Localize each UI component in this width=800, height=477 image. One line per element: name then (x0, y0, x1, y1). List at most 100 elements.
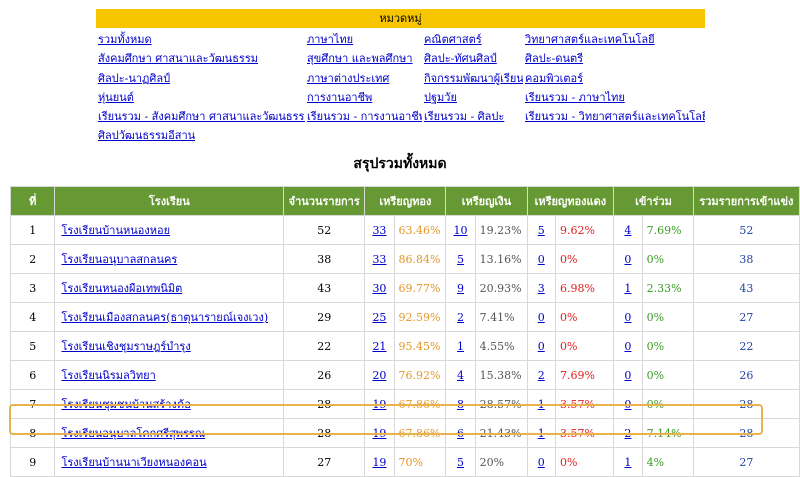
join-count-link[interactable]: 0 (624, 311, 631, 324)
join-percent: 0% (641, 244, 694, 274)
join-percent: 4% (641, 447, 694, 477)
bronze-percent: 7.69% (554, 360, 615, 390)
category-link[interactable]: ภาษาต่างประเทศ (305, 69, 422, 88)
category-link[interactable]: สุขศึกษา และพลศึกษา (305, 49, 422, 68)
school-link[interactable]: โรงเรียนเชิงชุมราษฎร์บำรุง (61, 340, 190, 353)
category-link[interactable]: ภาษาไทย (305, 30, 422, 49)
category-link[interactable]: คอมพิวเตอร์ (523, 69, 705, 88)
bronze-count-link[interactable]: 0 (538, 456, 545, 469)
join-count-link[interactable]: 4 (624, 224, 631, 237)
school-link[interactable]: โรงเรียนเมืองสกลนคร(ธาตุนารายณ์เจงเวง) (61, 311, 268, 324)
category-link[interactable]: ศิลปวัฒนธรรมอีสาน (96, 126, 305, 145)
join-count-link[interactable]: 0 (624, 398, 631, 411)
join-count-link[interactable]: 1 (624, 456, 631, 469)
join-cell: 0 (613, 302, 643, 332)
total-entries: 22 (692, 331, 800, 361)
school-link[interactable]: โรงเรียนชุมชนบ้านสร้างค้อ (61, 398, 190, 411)
category-link[interactable]: เรียนรวม - การงานอาชีพ (305, 107, 422, 126)
silver-count-link[interactable]: 1 (457, 340, 464, 353)
table-row: 6 โรงเรียนนิรมลวิทยา 26 20 76.92% 4 15.38% 2 7.6… (9, 360, 800, 390)
bronze-count-link[interactable]: 3 (538, 282, 545, 295)
silver-cell: 6 (445, 418, 476, 448)
table-row: 7 โรงเรียนชุมชนบ้านสร้างค้อ 28 19 67.86% 8 28.… (9, 389, 800, 419)
category-link[interactable]: ศิลปะ-ดนตรี (523, 49, 705, 68)
silver-count-link[interactable]: 9 (457, 282, 464, 295)
join-count-link[interactable]: 0 (624, 369, 631, 382)
join-count-link[interactable]: 1 (624, 282, 631, 295)
row-number: 1 (9, 215, 56, 245)
school-link[interactable]: โรงเรียนนิรมลวิทยา (61, 369, 155, 382)
gold-count-link[interactable]: 19 (372, 427, 386, 440)
total-entries: 26 (692, 360, 800, 390)
gold-count-link[interactable]: 21 (372, 340, 386, 353)
category-link[interactable]: ศิลปะ-นาฏศิลป์ (96, 69, 305, 88)
gold-cell: 33 (364, 215, 395, 245)
category-link[interactable]: ศิลปะ-ทัศนศิลป์ (422, 49, 523, 68)
category-link[interactable]: สังคมศึกษา ศาสนาและวัฒนธรรม (96, 49, 305, 68)
category-link[interactable]: เรียนรวม - สังคมศึกษา ศาสนาและวัฒนธรรม (96, 107, 305, 126)
bronze-percent: 3.57% (554, 389, 615, 419)
category-link[interactable]: เรียนรวม - วิทยาศาสตร์และเทคโนโลยี (523, 107, 705, 126)
bronze-cell: 0 (526, 447, 556, 477)
silver-cell: 1 (445, 331, 476, 361)
bronze-count-link[interactable]: 1 (538, 398, 545, 411)
gold-count-link[interactable]: 19 (372, 456, 386, 469)
category-link[interactable]: ปฐมวัย (422, 88, 523, 107)
bronze-percent: 3.57% (554, 418, 615, 448)
gold-count-link[interactable]: 33 (372, 224, 386, 237)
category-link[interactable]: กิจกรรมพัฒนาผู้เรียน (422, 69, 523, 88)
bronze-cell: 2 (526, 360, 556, 390)
bronze-count-link[interactable]: 2 (538, 369, 545, 382)
join-count-link[interactable]: 0 (624, 253, 631, 266)
join-cell: 0 (613, 244, 643, 274)
silver-count-link[interactable]: 5 (457, 456, 464, 469)
silver-cell: 2 (445, 302, 476, 332)
header-gold: เหรียญทอง (364, 186, 447, 216)
silver-percent: 20.93% (474, 273, 528, 303)
school-link[interactable]: โรงเรียนบ้านนาเวียงหนองคอน (61, 456, 206, 469)
table-row: 9 โรงเรียนบ้านนาเวียงหนองคอน 27 19 70% 5 20% 0 0… (9, 447, 800, 477)
row-number: 3 (9, 273, 56, 303)
items-count: 27 (283, 447, 366, 477)
category-link[interactable]: รวมทั้งหมด (96, 30, 305, 49)
school-cell: โรงเรียนหนองผือเทพนิมิต (54, 273, 285, 303)
silver-count-link[interactable]: 2 (457, 311, 464, 324)
table-row: 5 โรงเรียนเชิงชุมราษฎร์บำรุง 22 21 95.45% 1 4.… (9, 331, 800, 361)
category-link[interactable]: วิทยาศาสตร์และเทคโนโลยี (523, 30, 705, 49)
category-header: หมวดหมู่ (96, 9, 705, 28)
category-link[interactable]: หุ่นยนต์ (96, 88, 305, 107)
silver-count-link[interactable]: 4 (457, 369, 464, 382)
gold-count-link[interactable]: 19 (372, 398, 386, 411)
gold-count-link[interactable]: 20 (372, 369, 386, 382)
category-grid: รวมทั้งหมด สังคมศึกษา ศาสนาและวัฒนธรรม ศ… (96, 28, 705, 146)
silver-count-link[interactable]: 10 (454, 224, 468, 237)
table-row: 1 โรงเรียนบ้านหนองหอย 52 33 63.46% 10 19.23% 5 9… (9, 215, 800, 245)
bronze-count-link[interactable]: 5 (538, 224, 545, 237)
gold-count-link[interactable]: 30 (372, 282, 386, 295)
join-count-link[interactable]: 0 (624, 340, 631, 353)
join-percent: 0% (641, 302, 694, 332)
bronze-count-link[interactable]: 0 (538, 311, 545, 324)
bronze-count-link[interactable]: 0 (538, 253, 545, 266)
school-link[interactable]: โรงเรียนอนุบาลโคกศรีสุพรรณ (61, 427, 205, 440)
category-link[interactable]: เรียนรวม - ภาษาไทย (523, 88, 705, 107)
join-count-link[interactable]: 2 (624, 427, 631, 440)
school-link[interactable]: โรงเรียนอนุบาลสกลนคร (61, 253, 177, 266)
school-link[interactable]: โรงเรียนบ้านหนองหอย (61, 224, 170, 237)
header-silver: เหรียญเงิน (445, 186, 528, 216)
category-link[interactable]: เรียนรวม - ศิลปะ (422, 107, 523, 126)
silver-count-link[interactable]: 5 (457, 253, 464, 266)
school-link[interactable]: โรงเรียนหนองผือเทพนิมิต (61, 282, 182, 295)
total-entries: 27 (692, 447, 800, 477)
silver-count-link[interactable]: 8 (457, 398, 464, 411)
items-count: 26 (283, 360, 366, 390)
gold-count-link[interactable]: 33 (372, 253, 386, 266)
join-cell: 4 (613, 215, 643, 245)
category-link[interactable]: คณิตศาสตร์ (422, 30, 523, 49)
gold-count-link[interactable]: 25 (372, 311, 386, 324)
bronze-count-link[interactable]: 0 (538, 340, 545, 353)
table-row: 8 โรงเรียนอนุบาลโคกศรีสุพรรณ 28 19 67.86% 6 21… (9, 418, 800, 448)
bronze-count-link[interactable]: 1 (538, 427, 545, 440)
category-link[interactable]: การงานอาชีพ (305, 88, 422, 107)
silver-count-link[interactable]: 6 (457, 427, 464, 440)
